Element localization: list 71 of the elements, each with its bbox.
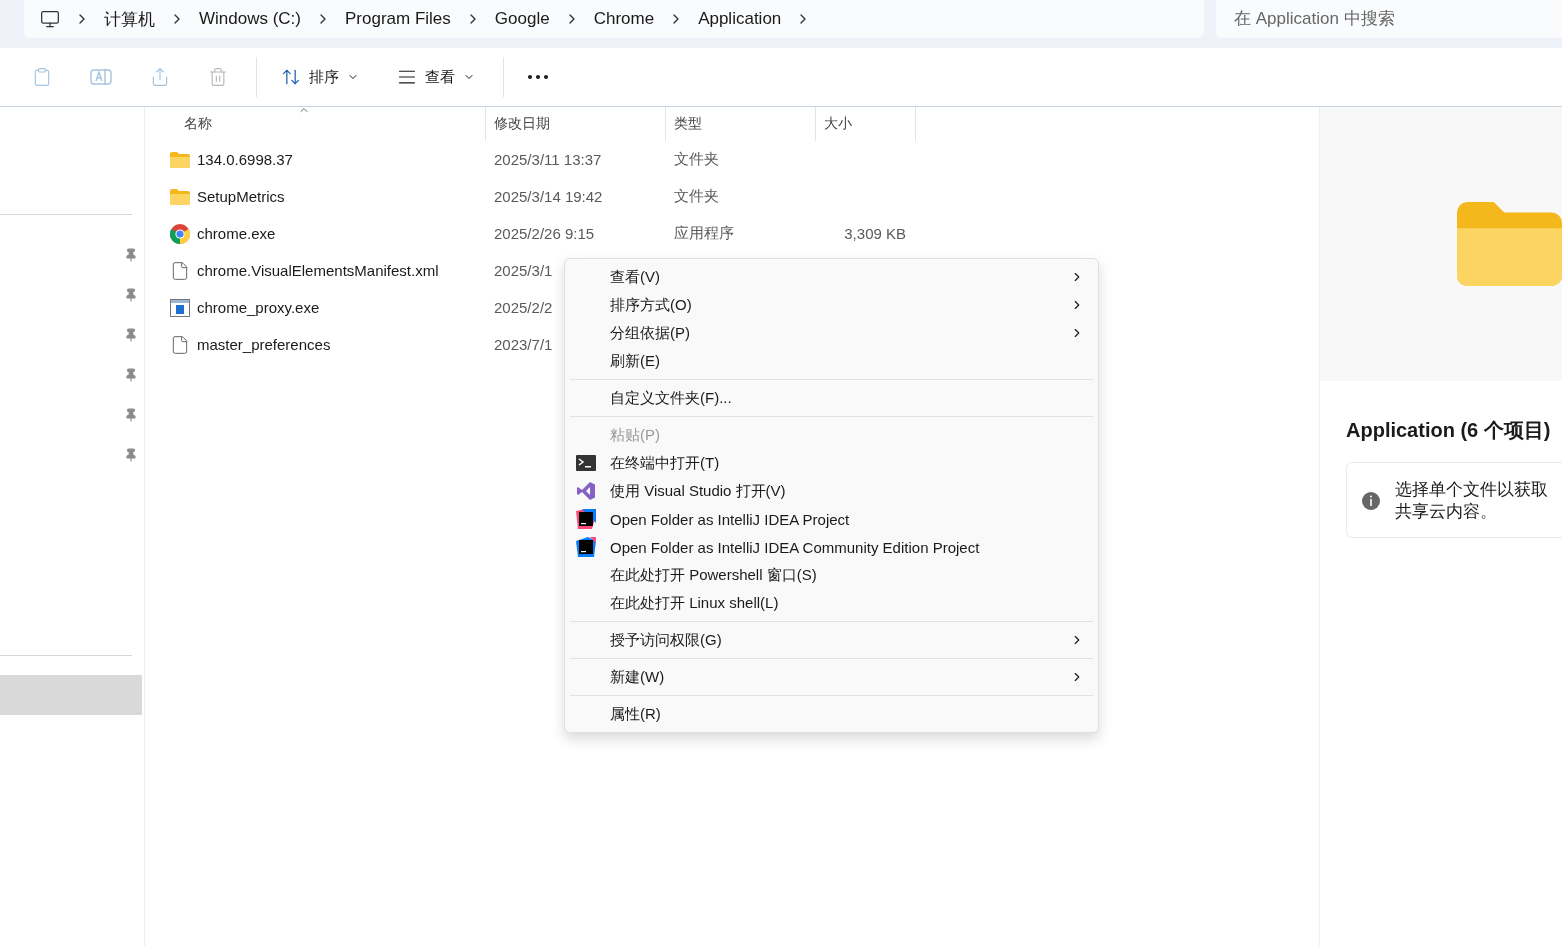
column-header[interactable]: 大小 bbox=[816, 107, 916, 141]
breadcrumb-item[interactable]: 计算机 bbox=[104, 7, 155, 31]
pin-icon[interactable] bbox=[124, 248, 138, 262]
more-icon bbox=[528, 75, 548, 79]
date-cell-text: 2025/3/1 bbox=[493, 262, 553, 279]
breadcrumb-item[interactable]: Windows (C:) bbox=[199, 9, 301, 29]
column-header[interactable]: 类型 bbox=[666, 107, 816, 141]
pin-icon[interactable] bbox=[124, 408, 138, 422]
type-cell-text: 应用程序 bbox=[673, 224, 734, 243]
breadcrumb-item[interactable]: Program Files bbox=[345, 9, 451, 29]
intellij-icon bbox=[576, 537, 596, 557]
breadcrumb-item[interactable]: Google bbox=[494, 9, 550, 29]
pin-icon[interactable] bbox=[124, 288, 138, 302]
menu-item[interactable]: 在终端中打开(T) bbox=[565, 449, 1098, 477]
type-cell-text: 文件夹 bbox=[673, 150, 719, 169]
chrome-icon bbox=[170, 223, 190, 244]
search-field[interactable]: 在 Application 中搜索 bbox=[1216, 0, 1562, 38]
application-window-icon bbox=[170, 298, 190, 317]
size-cell-text: 3,309 KB bbox=[844, 225, 907, 242]
view-button[interactable]: 查看 bbox=[387, 57, 485, 97]
folder-icon bbox=[170, 188, 190, 205]
menu-item[interactable]: 自定义文件夹(F)... bbox=[565, 384, 1098, 412]
file-icon bbox=[170, 334, 190, 355]
sort-button[interactable]: 排序 bbox=[271, 57, 369, 97]
menu-item[interactable]: 授予访问权限(G) bbox=[565, 626, 1098, 654]
pin-icon[interactable] bbox=[124, 328, 138, 342]
menu-item[interactable]: 查看(V) bbox=[565, 263, 1098, 291]
trash-icon bbox=[208, 67, 228, 87]
menu-item[interactable]: 属性(R) bbox=[565, 700, 1098, 728]
computer-icon[interactable] bbox=[40, 9, 60, 29]
intellij-icon bbox=[576, 509, 596, 529]
visual-studio-icon bbox=[576, 481, 596, 501]
date-cell-text: 2025/3/11 13:37 bbox=[493, 151, 602, 168]
date-cell-text: 2023/7/1 bbox=[493, 336, 553, 353]
clipboard-icon bbox=[32, 67, 52, 87]
info-text: 共享云内容。 bbox=[1395, 501, 1497, 524]
file-name[interactable]: chrome.VisualElementsManifest.xml bbox=[197, 262, 439, 279]
breadcrumb-item[interactable]: Chrome bbox=[593, 9, 655, 29]
menu-item[interactable]: 新建(W) bbox=[565, 663, 1098, 691]
folder-icon bbox=[1457, 202, 1562, 286]
date-cell-text: 2025/2/2 bbox=[493, 299, 553, 316]
file-name[interactable]: chrome_proxy.exe bbox=[197, 299, 320, 316]
menu-item[interactable]: 在此处打开 Powershell 窗口(S) bbox=[565, 561, 1098, 589]
file-icon bbox=[170, 260, 190, 281]
date-cell-text: 2025/2/26 9:15 bbox=[493, 225, 595, 242]
pin-icon[interactable] bbox=[124, 448, 138, 462]
sort-arrows-icon bbox=[281, 67, 301, 87]
menu-item[interactable]: 刷新(E) bbox=[565, 347, 1098, 375]
menu-item[interactable]: Open Folder as IntelliJ IDEA Community Edition Project bbox=[565, 533, 1098, 561]
info-text: 选择单个文件以获取 bbox=[1395, 479, 1548, 501]
menu-item[interactable]: 使用 Visual Studio 打开(V) bbox=[565, 477, 1098, 505]
menu-item[interactable]: Open Folder as IntelliJ IDEA Project bbox=[565, 505, 1098, 533]
file-name[interactable]: master_preferences bbox=[197, 336, 331, 353]
rename-icon bbox=[90, 67, 112, 87]
folder-icon bbox=[170, 151, 190, 168]
file-name[interactable]: chrome.exe bbox=[197, 225, 276, 242]
date-cell-text: 2025/3/14 19:42 bbox=[493, 188, 603, 205]
file-name[interactable]: 134.0.6998.37 bbox=[197, 151, 293, 168]
menu-item[interactable]: 排序方式(O) bbox=[565, 291, 1098, 319]
column-header[interactable]: 修改日期 bbox=[486, 107, 666, 141]
type-cell-text: 文件夹 bbox=[673, 187, 719, 206]
breadcrumb-item[interactable]: Application bbox=[698, 9, 782, 29]
pin-icon[interactable] bbox=[124, 368, 138, 382]
menu-item[interactable]: 分组依据(P) bbox=[565, 319, 1098, 347]
info-icon bbox=[1361, 491, 1381, 512]
preview-title: Application (6 个项目) bbox=[1346, 418, 1552, 443]
column-header[interactable]: 名称 bbox=[145, 107, 486, 141]
file-name[interactable]: SetupMetrics bbox=[197, 188, 285, 205]
menu-item[interactable]: 在此处打开 Linux shell(L) bbox=[565, 589, 1098, 617]
share-icon bbox=[150, 67, 170, 87]
terminal-icon bbox=[576, 455, 596, 471]
